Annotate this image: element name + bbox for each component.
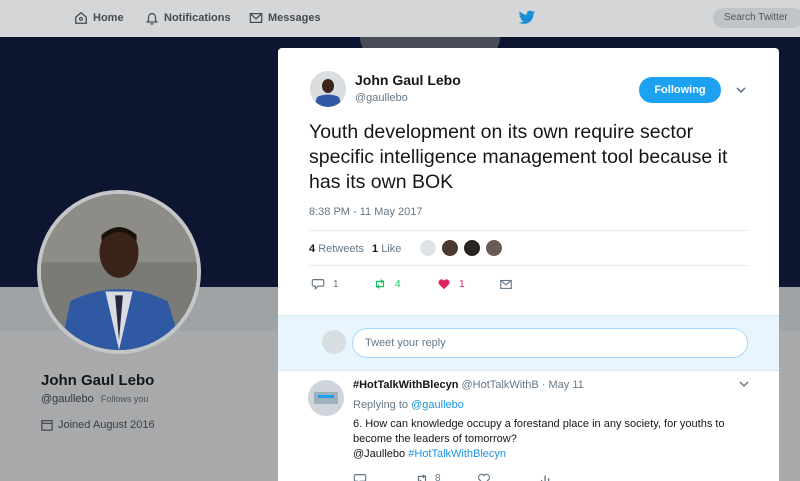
envelope-icon bbox=[249, 13, 263, 23]
nav-messages-label: Messages bbox=[268, 12, 321, 24]
reply-body: 6. How can knowledge occupy a forestand … bbox=[353, 418, 725, 445]
replying-to-label: Replying to bbox=[353, 399, 409, 411]
reply-count: 1 bbox=[333, 278, 339, 290]
reply-author-photo bbox=[308, 380, 344, 416]
author-avatar[interactable] bbox=[310, 71, 346, 107]
analytics-icon[interactable] bbox=[539, 472, 553, 481]
heart-icon bbox=[438, 279, 450, 290]
joined-date-text: Joined August 2016 bbox=[58, 419, 155, 431]
retweets-label: Retweets bbox=[318, 243, 365, 255]
chevron-down-icon[interactable] bbox=[734, 83, 748, 97]
replying-to-link[interactable]: @gaullebo bbox=[411, 399, 464, 411]
twitter-bird-icon[interactable] bbox=[518, 10, 536, 26]
home-icon bbox=[75, 11, 87, 24]
nav-messages[interactable]: Messages bbox=[249, 11, 321, 25]
like-action[interactable]: 1 bbox=[437, 277, 465, 291]
retweet-icon bbox=[375, 279, 385, 289]
top-navigation: Home Notifications Messages Search Twitt… bbox=[0, 0, 800, 37]
reply-author-handle[interactable]: @HotTalkWithB bbox=[462, 379, 539, 391]
reply-author-name[interactable]: #HotTalkWithBlecyn bbox=[353, 379, 458, 391]
reply-icon bbox=[311, 279, 325, 291]
nav-home[interactable]: Home bbox=[74, 11, 124, 25]
liker-avatar[interactable] bbox=[463, 239, 481, 257]
reply-text: 6. How can knowledge occupy a forestand … bbox=[353, 417, 743, 462]
follows-you-badge: Follows you bbox=[100, 394, 149, 404]
reply-header: #HotTalkWithBlecyn @HotTalkWithB · May 1… bbox=[353, 379, 584, 391]
author-name[interactable]: John Gaul Lebo bbox=[355, 72, 461, 88]
likes-stat[interactable]: 1 Like bbox=[372, 243, 401, 255]
author-photo bbox=[310, 71, 346, 107]
retweets-stat[interactable]: 4 Retweets bbox=[309, 243, 364, 255]
likes-label: Like bbox=[381, 243, 402, 255]
tweet-actions: 1 4 1 bbox=[309, 277, 749, 297]
retweet-count: 4 bbox=[395, 278, 401, 290]
reply-hashtag[interactable]: #HotTalkWithBlecyn bbox=[408, 448, 506, 460]
nav-notifications[interactable]: Notifications bbox=[145, 11, 231, 25]
liker-avatar[interactable] bbox=[419, 239, 437, 257]
tweet-modal: John Gaul Lebo @gaullebo Following Youth… bbox=[278, 48, 779, 481]
author-handle[interactable]: @gaullebo bbox=[355, 92, 408, 104]
retweet-action[interactable]: 4 bbox=[373, 277, 401, 291]
joined-date: Joined August 2016 bbox=[41, 419, 155, 431]
reply-retweet-count: 8 bbox=[435, 473, 441, 481]
retweets-count: 4 bbox=[309, 243, 316, 255]
tweet-text: Youth development on its own require sec… bbox=[309, 121, 728, 193]
profile-photo bbox=[41, 194, 197, 350]
nav-home-label: Home bbox=[93, 12, 124, 24]
tweet-stats: 4 Retweets 1 Like bbox=[309, 230, 749, 266]
direct-message-action[interactable] bbox=[499, 277, 513, 291]
reply-action[interactable]: 1 bbox=[311, 277, 339, 291]
reply-composer bbox=[278, 315, 779, 371]
profile-handle-text: @gaullebo bbox=[41, 393, 94, 405]
profile-handle: @gaullebo Follows you bbox=[41, 393, 148, 405]
profile-name: John Gaul Lebo bbox=[41, 372, 155, 389]
likes-count: 1 bbox=[372, 243, 379, 255]
reply-tweet[interactable]: #HotTalkWithBlecyn @HotTalkWithB · May 1… bbox=[278, 372, 779, 481]
nav-notifications-label: Notifications bbox=[164, 12, 231, 24]
reply-icon[interactable] bbox=[353, 472, 367, 481]
bell-icon bbox=[145, 13, 159, 25]
reply-actions: 8 bbox=[353, 472, 573, 481]
tweet-timestamp[interactable]: 8:38 PM - 11 May 2017 bbox=[309, 206, 423, 218]
search-input[interactable]: Search Twitter bbox=[713, 8, 800, 28]
profile-avatar[interactable] bbox=[37, 190, 201, 354]
reply-date[interactable]: May 11 bbox=[548, 379, 583, 391]
like-count: 1 bbox=[459, 278, 465, 290]
replying-to-line: Replying to @gaullebo bbox=[353, 399, 464, 411]
following-button[interactable]: Following bbox=[639, 77, 721, 103]
envelope-icon bbox=[500, 279, 512, 289]
liker-avatar[interactable] bbox=[441, 239, 459, 257]
reply-author-avatar[interactable] bbox=[308, 380, 344, 416]
chevron-down-icon[interactable] bbox=[738, 378, 750, 390]
liker-avatar[interactable] bbox=[485, 239, 503, 257]
heart-outline-icon[interactable] bbox=[477, 472, 491, 481]
tweet-reply-input[interactable] bbox=[352, 328, 748, 358]
calendar-icon bbox=[41, 420, 53, 431]
reply-mention[interactable]: @Jaullebo bbox=[353, 448, 405, 460]
reply-separator: · bbox=[541, 379, 546, 391]
retweet-icon[interactable] bbox=[415, 472, 429, 481]
current-user-avatar bbox=[322, 330, 346, 354]
